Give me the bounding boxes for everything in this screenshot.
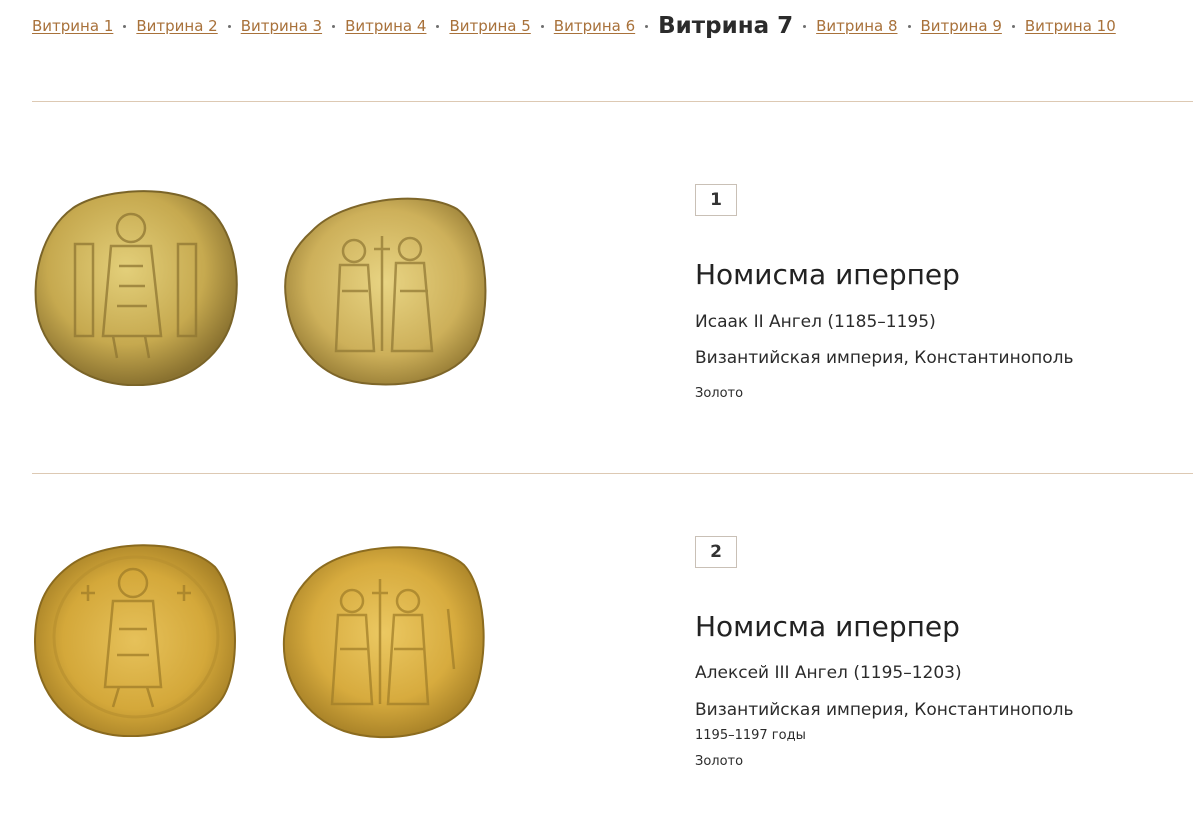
nav-separator-dot	[645, 24, 649, 28]
section-divider	[32, 101, 1193, 102]
coin-reverse-image[interactable]	[282, 191, 488, 391]
item-title: Номисма иперпер	[695, 258, 960, 291]
nav-separator-dot	[540, 24, 544, 28]
item-ruler: Алексей III Ангел (1195–1203)	[695, 663, 962, 683]
nav-link-showcase-8[interactable]: Витрина 8	[816, 17, 897, 35]
nav-link-showcase-9[interactable]: Витрина 9	[921, 17, 1002, 35]
nav-separator-dot	[907, 24, 911, 28]
item-material: Золото	[695, 386, 744, 401]
nav-separator-dot	[332, 24, 336, 28]
item-place: Византийская империя, Константинополь	[695, 700, 1074, 720]
nav-separator-dot	[803, 24, 807, 28]
nav-separator-dot	[123, 24, 127, 28]
item-material: Золото	[695, 754, 744, 769]
item-number-badge: 2	[695, 536, 737, 568]
nav-link-showcase-4[interactable]: Витрина 4	[345, 17, 426, 35]
nav-separator-dot	[436, 24, 440, 28]
item-ruler: Исаак II Ангел (1185–1195)	[695, 312, 936, 332]
item-title: Номисма иперпер	[695, 610, 960, 643]
nav-link-showcase-10[interactable]: Витрина 10	[1025, 17, 1116, 35]
nav-separator-dot	[227, 24, 231, 28]
nav-current-showcase-7: Витрина 7	[658, 13, 794, 39]
coin-reverse-image[interactable]	[282, 539, 488, 739]
nav-link-showcase-6[interactable]: Витрина 6	[554, 17, 635, 35]
coin-obverse-image[interactable]	[33, 537, 239, 737]
item-number-badge: 1	[695, 184, 737, 216]
item-place: Византийская империя, Константинополь	[695, 348, 1074, 368]
nav-separator-dot	[1011, 24, 1015, 28]
nav-link-showcase-3[interactable]: Витрина 3	[241, 17, 322, 35]
item-dates: 1195–1197 годы	[695, 728, 806, 743]
nav-link-showcase-2[interactable]: Витрина 2	[136, 17, 217, 35]
showcase-nav: Витрина 1 Витрина 2 Витрина 3 Витрина 4 …	[32, 8, 1116, 44]
coin-obverse-image[interactable]	[33, 186, 239, 386]
nav-link-showcase-1[interactable]: Витрина 1	[32, 17, 113, 35]
nav-link-showcase-5[interactable]: Витрина 5	[449, 17, 530, 35]
section-divider	[32, 473, 1193, 474]
